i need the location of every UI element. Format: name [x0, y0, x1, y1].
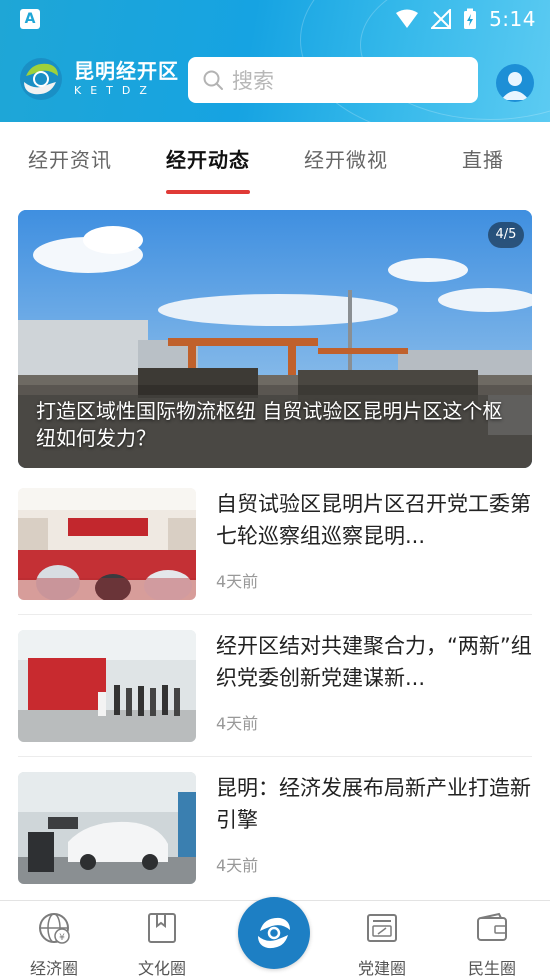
news-time: 4天前: [216, 856, 259, 875]
featured-banner[interactable]: 4/5 打造区域性国际物流枢纽 自贸试验区昆明片区这个枢纽如何发力？: [18, 210, 532, 468]
list-divider: [18, 756, 532, 757]
news-item[interactable]: 昆明：经济发展布局新产业打造新引擎 4天前: [18, 772, 532, 910]
tab-jingkai-video[interactable]: 经开微视: [304, 144, 388, 173]
search-bar[interactable]: 搜索: [188, 57, 478, 103]
banner-title: 打造区域性国际物流枢纽 自贸试验区昆明片区这个枢纽如何发力？: [36, 399, 503, 450]
exhibition-hall-image: [18, 630, 196, 742]
svg-text:¥: ¥: [59, 933, 65, 943]
news-thumbnail: [18, 488, 196, 600]
nav-label: 党建圈: [357, 959, 406, 978]
app-screen: A 5:14 昆明经开区 KETDZ 搜索 经开资讯 经开动态 经开微视 直播 …: [0, 0, 550, 980]
app-logo[interactable]: 昆明经开区 KETDZ: [18, 54, 179, 104]
nav-culture-circle[interactable]: 文化圈: [122, 911, 202, 979]
active-tab-indicator: [166, 190, 250, 194]
nav-label: 经济圈: [29, 959, 78, 978]
nav-economy-circle[interactable]: ¥ 经济圈: [14, 911, 94, 979]
news-thumbnail: [18, 630, 196, 742]
status-bar: A 5:14: [0, 0, 550, 38]
news-item[interactable]: 自贸试验区昆明片区召开党工委第七轮巡察组巡察昆明... 4天前: [18, 488, 532, 626]
tab-jingkai-dynamics[interactable]: 经开动态: [166, 144, 250, 173]
wallet-icon: [477, 912, 507, 941]
news-title: 昆明：经济发展布局新产业打造新引擎: [216, 776, 531, 832]
bottom-navigation: ¥ 经济圈 文化圈 党建圈 民生圈: [0, 897, 550, 980]
news-thumbnail: [18, 772, 196, 884]
ketdz-logo-icon: [258, 917, 290, 949]
nav-livelihood-circle[interactable]: 民生圈: [452, 911, 532, 979]
news-time: 4天前: [216, 572, 259, 591]
search-placeholder: 搜索: [232, 69, 274, 93]
tab-jingkai-news[interactable]: 经开资讯: [28, 144, 112, 173]
meeting-hall-image: [18, 488, 196, 600]
news-title: 经开区结对共建聚合力，“两新”组织党委创新党建谋新...: [216, 634, 532, 690]
ketdz-logo-icon: [20, 58, 62, 100]
party-card-icon: [367, 914, 397, 942]
app-notification-icon: A: [20, 9, 40, 29]
logo-english-name: KETDZ: [74, 84, 156, 97]
news-item[interactable]: 经开区结对共建聚合力，“两新”组织党委创新党建谋新... 4天前: [18, 630, 532, 768]
app-header: A 5:14 昆明经开区 KETDZ 搜索: [0, 0, 550, 122]
nav-party-circle[interactable]: 党建圈: [342, 911, 422, 979]
user-avatar[interactable]: [496, 64, 534, 102]
globe-yen-icon: ¥: [39, 913, 70, 944]
banner-page-counter: 4/5: [488, 222, 524, 248]
clock: 5:14: [489, 7, 536, 31]
logo-chinese-name: 昆明经开区: [74, 59, 179, 83]
bookmark-book-icon: [148, 913, 176, 943]
nav-home-center-button[interactable]: [238, 897, 310, 969]
wifi-icon: [396, 9, 419, 28]
news-time: 4天前: [216, 714, 259, 733]
factory-car-image: [18, 772, 196, 884]
battery-charging-icon: [464, 8, 477, 29]
no-signal-icon: [431, 9, 452, 29]
news-title: 自贸试验区昆明片区召开党工委第七轮巡察组巡察昆明...: [216, 492, 531, 548]
category-tabs: 经开资讯 经开动态 经开微视 直播: [0, 130, 550, 194]
search-icon: [203, 70, 223, 90]
user-icon: [501, 72, 529, 100]
list-divider: [18, 614, 532, 615]
nav-label: 民生圈: [467, 959, 516, 978]
nav-label: 文化圈: [137, 959, 186, 978]
status-indicators: 5:14: [395, 7, 536, 31]
tab-live[interactable]: 直播: [462, 144, 504, 173]
